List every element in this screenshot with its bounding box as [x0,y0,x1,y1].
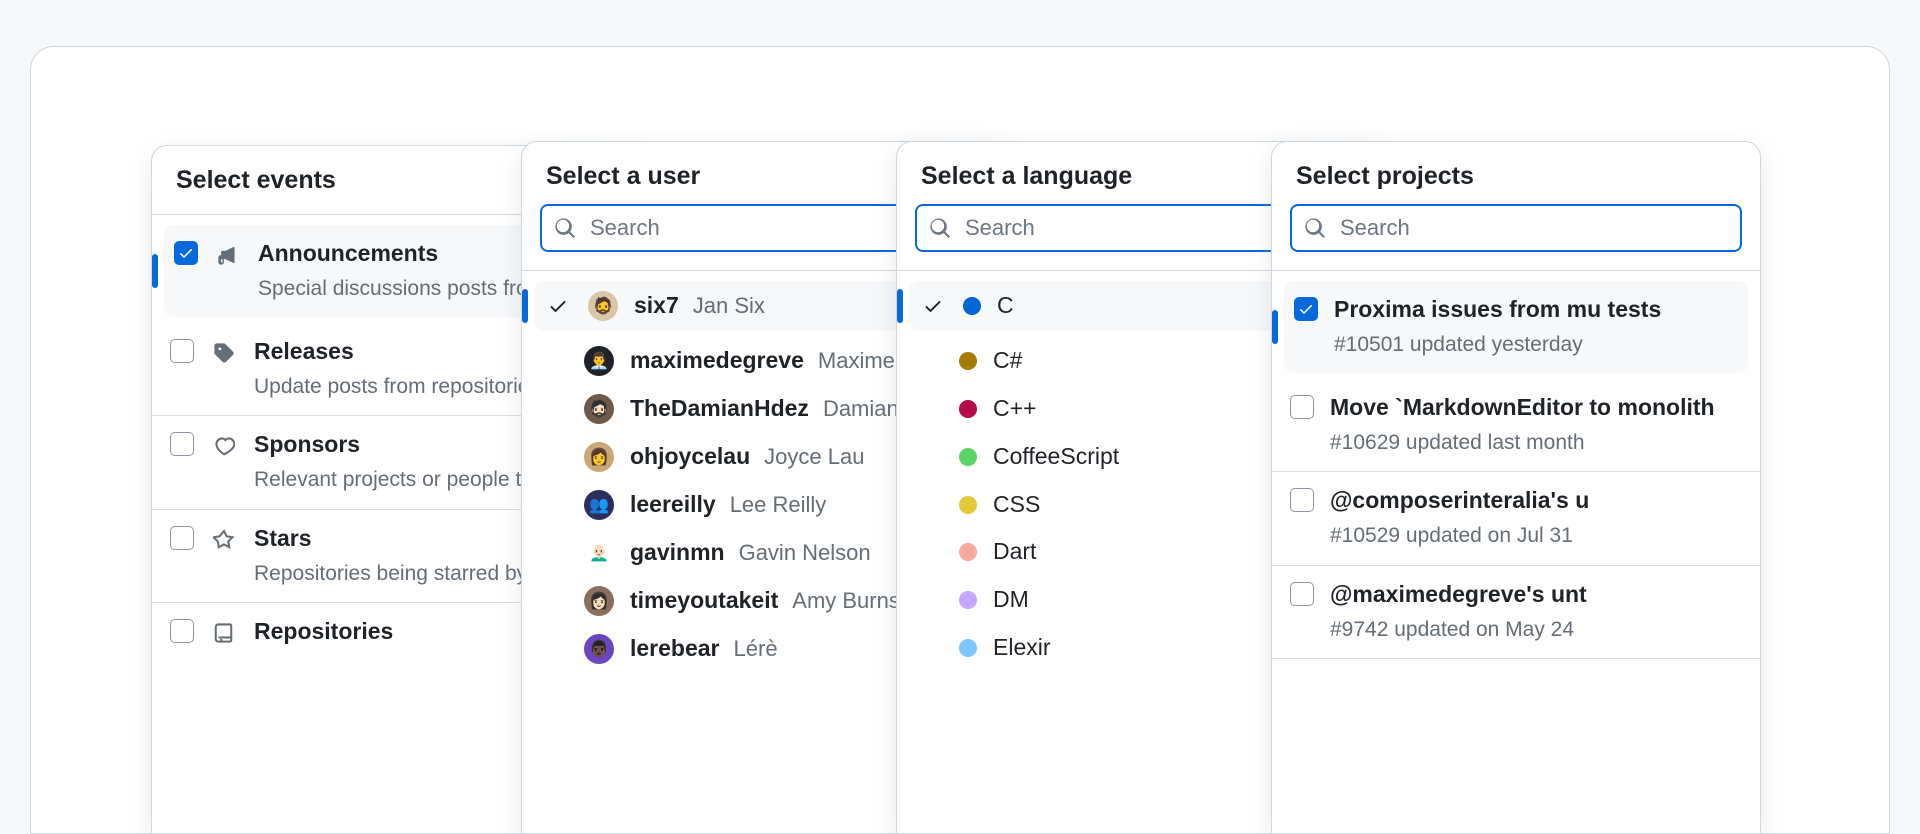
star-icon [210,526,238,554]
language-name: Elexir [993,634,1051,660]
avatar: 👩 [584,442,614,472]
checkbox[interactable] [1294,297,1318,321]
avatar: 👨🏻‍🦲 [584,538,614,568]
avatar: 👨‍💼 [584,346,614,376]
language-swatch [959,639,977,657]
avatar: 🧔 [588,291,618,321]
project-item[interactable]: @maximedegreve's unt #9742 updated on Ma… [1272,566,1760,659]
checkbox[interactable] [170,339,194,363]
project-title: @maximedegreve's unt [1330,580,1742,610]
search-icon [554,217,576,239]
search-icon [1304,217,1326,239]
selection-indicator [152,254,158,288]
checkbox[interactable] [1290,395,1314,419]
user-username: leereilly [630,490,716,520]
user-fullname: Amy Burns [792,588,900,614]
user-username: lerebear [630,634,720,664]
heart-icon [210,432,238,460]
avatar: 👥 [584,490,614,520]
panel-title: Select projects [1296,162,1736,191]
user-username: gavinmn [630,538,725,568]
search-icon [929,217,951,239]
checkbox[interactable] [1290,582,1314,606]
checkbox[interactable] [170,526,194,550]
panel-select-projects: Select projects Proxima issues from mu t… [1271,141,1761,834]
selection-indicator [897,289,903,323]
user-fullname: Jan Six [693,293,765,319]
user-username: TheDamianHdez [630,394,809,424]
user-username: maximedegreve [630,346,804,376]
project-item[interactable]: @composerinteralia's u #10529 updated on… [1272,472,1760,565]
language-name: C++ [993,395,1036,421]
project-title: Proxima issues from mu tests [1334,295,1738,325]
language-name: Dart [993,538,1036,564]
project-meta: #9742 updated on May 24 [1330,616,1742,644]
language-name: C [997,292,1014,318]
language-name: DM [993,586,1029,612]
checkbox[interactable] [174,241,198,265]
language-swatch [959,496,977,514]
language-swatch [959,591,977,609]
project-meta: #10629 updated last month [1330,429,1742,457]
language-name: CSS [993,491,1040,517]
project-title: @composerinteralia's u [1330,486,1742,516]
tag-icon [210,339,238,367]
user-fullname: Joyce Lau [764,444,864,470]
language-swatch [963,297,981,315]
project-meta: #10529 updated on Jul 31 [1330,522,1742,550]
avatar: 👨🏿 [584,634,614,664]
language-swatch [959,543,977,561]
megaphone-icon [214,241,242,269]
avatar: 👩🏻 [584,586,614,616]
selection-indicator [522,289,528,323]
project-title: Move `MarkdownEditor to monolith [1330,393,1742,423]
checkbox[interactable] [170,432,194,456]
language-swatch [959,448,977,466]
user-username: ohjoycelau [630,442,750,472]
check-icon [919,296,947,316]
user-username: six7 [634,291,679,321]
checkbox[interactable] [1290,488,1314,512]
language-swatch [959,352,977,370]
project-meta: #10501 updated yesterday [1334,331,1738,359]
language-name: C# [993,347,1022,373]
user-fullname: Lee Reilly [730,492,827,518]
check-icon [544,296,572,316]
user-username: timeyoutakeit [630,586,778,616]
stage: Select events Announcements Special disc… [30,46,1890,834]
user-fullname: Maxime [818,348,895,374]
search-input[interactable] [1290,204,1742,252]
language-swatch [959,400,977,418]
avatar: 🧔🏻 [584,394,614,424]
user-fullname: Gavin Nelson [739,540,871,566]
selection-indicator [1272,310,1278,344]
user-fullname: Lérè [734,636,778,662]
user-fullname: Damian [823,396,899,422]
checkbox[interactable] [170,619,194,643]
project-item[interactable]: Proxima issues from mu tests #10501 upda… [1284,281,1748,373]
repo-icon [210,619,238,647]
project-item[interactable]: Move `MarkdownEditor to monolith #10629 … [1272,379,1760,472]
language-name: CoffeeScript [993,443,1119,469]
